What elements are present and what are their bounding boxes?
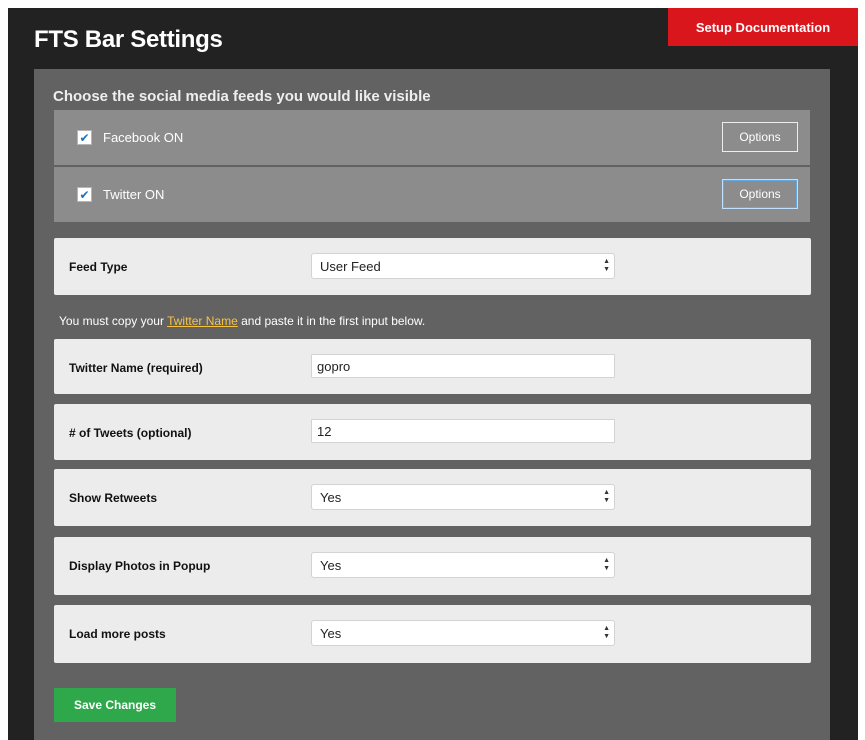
twitter-name-note: You must copy your Twitter Name and past… xyxy=(59,314,426,328)
feed-type-label: Feed Type xyxy=(69,260,128,274)
setting-load-more: Load more posts Yes ▲ ▼ xyxy=(54,605,811,663)
photos-popup-select[interactable]: Yes ▲ ▼ xyxy=(311,552,615,578)
setting-show-retweets: Show Retweets Yes ▲ ▼ xyxy=(54,469,811,526)
setting-photos-popup: Display Photos in Popup Yes ▲ ▼ xyxy=(54,537,811,595)
feed-row-twitter: ✔ Twitter ON Options xyxy=(54,167,810,222)
facebook-checkbox[interactable]: ✔ xyxy=(77,130,92,145)
tweet-count-input[interactable]: 12 xyxy=(311,419,615,443)
page-title: FTS Bar Settings xyxy=(34,26,223,53)
save-changes-button[interactable]: Save Changes xyxy=(54,688,176,722)
facebook-label: Facebook ON xyxy=(103,130,184,145)
select-arrows-icon: ▲ ▼ xyxy=(603,258,610,273)
setting-twitter-name: Twitter Name (required) gopro xyxy=(54,339,811,394)
twitter-options-button[interactable]: Options xyxy=(722,179,798,209)
facebook-options-button[interactable]: Options xyxy=(722,122,798,152)
feed-row-facebook: ✔ Facebook ON Options xyxy=(54,110,810,165)
settings-panel: Choose the social media feeds you would … xyxy=(34,69,830,740)
load-more-label: Load more posts xyxy=(69,627,166,641)
setting-feed-type: Feed Type User Feed ▲ ▼ xyxy=(54,238,811,295)
tweet-count-label: # of Tweets (optional) xyxy=(69,426,192,440)
select-arrows-icon: ▲ ▼ xyxy=(603,625,610,640)
select-arrows-icon: ▲ ▼ xyxy=(603,557,610,572)
load-more-value: Yes xyxy=(320,625,342,641)
photos-popup-value: Yes xyxy=(320,557,342,573)
show-retweets-label: Show Retweets xyxy=(69,491,158,505)
feed-type-select[interactable]: User Feed ▲ ▼ xyxy=(311,253,615,279)
show-retweets-value: Yes xyxy=(320,489,342,505)
setup-documentation-button[interactable]: Setup Documentation xyxy=(668,8,858,46)
photos-popup-label: Display Photos in Popup xyxy=(69,559,211,573)
twitter-checkbox[interactable]: ✔ xyxy=(77,187,92,202)
feed-type-value: User Feed xyxy=(320,258,381,274)
select-arrows-icon: ▲ ▼ xyxy=(603,489,610,504)
twitter-label: Twitter ON xyxy=(103,187,165,202)
twitter-name-link[interactable]: Twitter Name xyxy=(167,314,238,328)
show-retweets-select[interactable]: Yes ▲ ▼ xyxy=(311,484,615,510)
panel-heading: Choose the social media feeds you would … xyxy=(53,88,431,105)
twitter-name-label: Twitter Name (required) xyxy=(69,361,203,375)
twitter-name-input[interactable]: gopro xyxy=(311,354,615,378)
load-more-select[interactable]: Yes ▲ ▼ xyxy=(311,620,615,646)
setting-tweet-count: # of Tweets (optional) 12 xyxy=(54,404,811,460)
